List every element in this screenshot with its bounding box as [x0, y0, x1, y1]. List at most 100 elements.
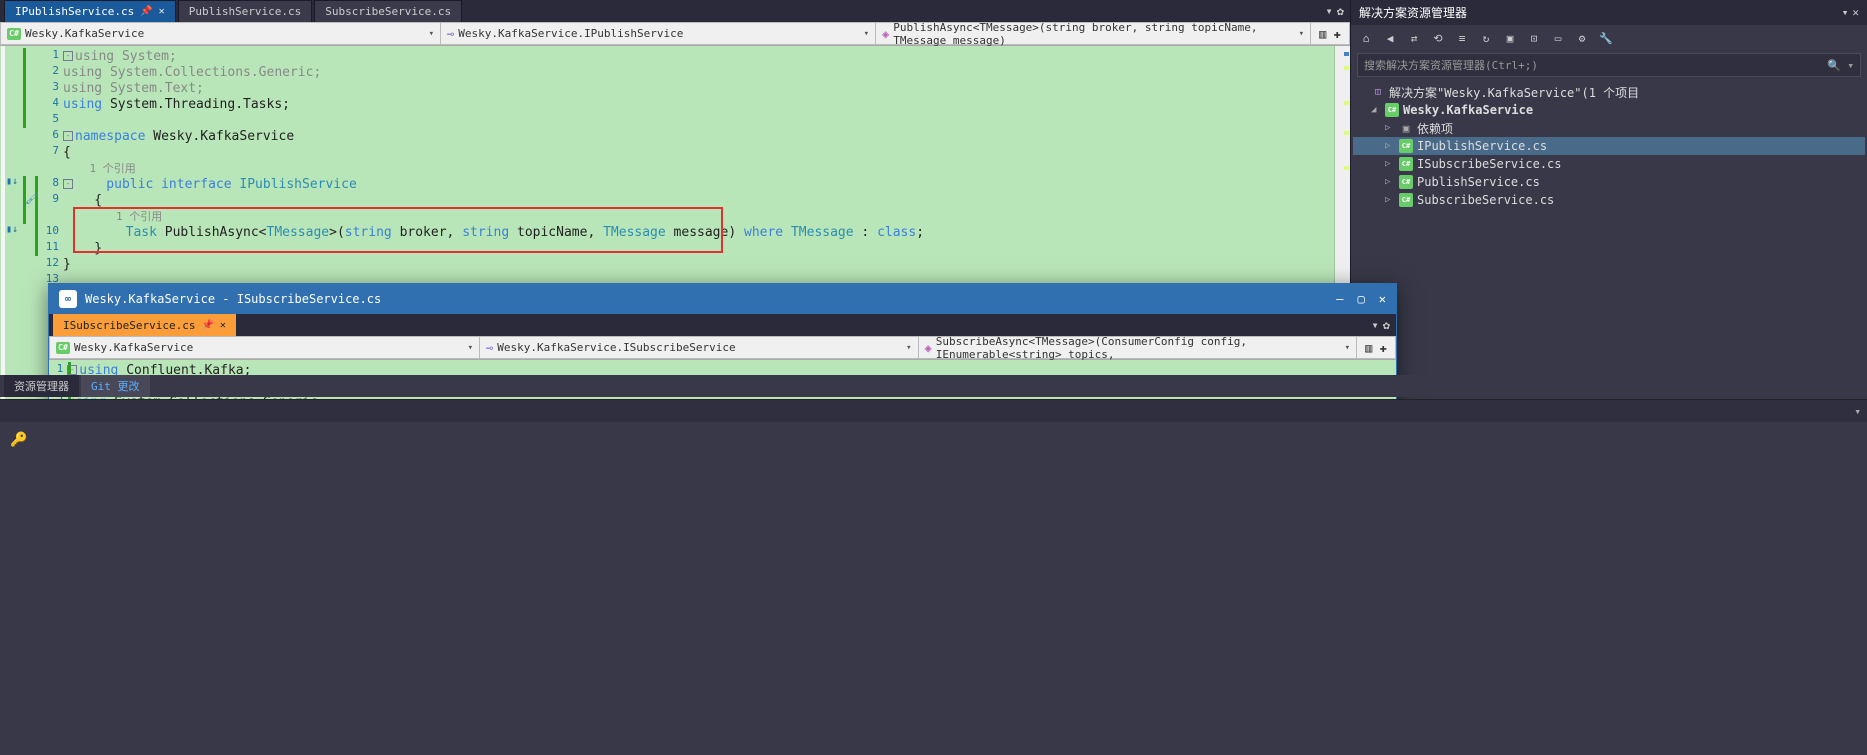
bookmark-icon[interactable]: ▮↓	[5, 174, 19, 188]
project-dropdown[interactable]: C# Wesky.KafkaService	[49, 336, 479, 359]
member-dropdown[interactable]: ◈ PublishAsync<TMessage>(string broker, …	[875, 22, 1310, 45]
method-icon: ◈	[925, 341, 932, 355]
scope-name: Wesky.KafkaService.ISubscribeService	[497, 341, 735, 354]
editor-nav-bar-1: C# Wesky.KafkaService ⊸ Wesky.KafkaServi…	[0, 22, 1350, 46]
solution-icon: ◫	[1371, 85, 1385, 99]
vs-icon: ∞	[59, 290, 77, 308]
show-all-icon[interactable]: ⊡	[1525, 29, 1543, 47]
member-dropdown[interactable]: ◈ SubscribeAsync<TMessage>(ConsumerConfi…	[918, 336, 1357, 359]
dependencies-icon: ▣	[1399, 121, 1413, 135]
file-subscribeservice[interactable]: ▷ C# SubscribeService.cs	[1353, 191, 1865, 209]
tab-label: IPublishService.cs	[15, 5, 134, 18]
sync-icon[interactable]: ⟲	[1429, 29, 1447, 47]
fold-icon[interactable]: -	[63, 131, 73, 141]
scope-dropdown[interactable]: ⊸ Wesky.KafkaService.ISubscribeService	[479, 336, 918, 359]
tab-subscribeservice[interactable]: SubscribeService.cs	[314, 0, 462, 22]
tab-isubscribeservice[interactable]: ISubscribeService.cs 📌 ✕	[53, 314, 236, 336]
pin-icon[interactable]: 📌	[140, 6, 152, 17]
project-node[interactable]: ◢ C# Wesky.KafkaService	[1353, 101, 1865, 119]
filter-icon[interactable]: ≡	[1453, 29, 1471, 47]
tab-resource-explorer[interactable]: 资源管理器	[4, 375, 79, 397]
maximize-icon[interactable]: ▢	[1358, 292, 1365, 306]
expander-icon[interactable]: ◢	[1371, 105, 1381, 115]
split-icon[interactable]: ▥ ✚	[1310, 22, 1350, 45]
tab-ipublishservice[interactable]: IPublishService.cs 📌 ✕	[4, 0, 176, 22]
editor-nav-bar-2: C# Wesky.KafkaService ⊸ Wesky.KafkaServi…	[49, 336, 1396, 360]
window-titlebar[interactable]: ∞ Wesky.KafkaService - ISubscribeService…	[49, 284, 1396, 314]
properties-panel: ▾ 🔑	[0, 399, 1867, 755]
project-icon: C#	[1385, 103, 1399, 117]
expander-icon[interactable]: ▷	[1385, 177, 1395, 187]
lightbulb-icon[interactable]: 🖌	[25, 191, 39, 205]
file-ipublishservice[interactable]: ▷ C# IPublishService.cs	[1353, 137, 1865, 155]
tab-publishservice[interactable]: PublishService.cs	[178, 0, 313, 22]
file-label: SubscribeService.cs	[1417, 193, 1554, 207]
key-icon: 🔑	[10, 432, 27, 448]
fold-icon[interactable]: -	[67, 365, 77, 375]
settings-icon[interactable]: ✿	[1337, 4, 1344, 18]
document-tab-bar-2: ISubscribeService.cs 📌 ✕ ▾ ✿	[49, 314, 1396, 336]
solution-tree: ◫ 解决方案"Wesky.KafkaService"(1 个项目 ◢ C# We…	[1351, 79, 1867, 213]
scope-name: Wesky.KafkaService.IPublishService	[458, 27, 683, 40]
properties-dropdown[interactable]: ▾	[1854, 400, 1861, 422]
close-icon[interactable]: ✕	[1852, 6, 1859, 19]
file-publishservice[interactable]: ▷ C# PublishService.cs	[1353, 173, 1865, 191]
project-name: Wesky.KafkaService	[74, 341, 193, 354]
codelens-references[interactable]: 1 个引用	[63, 160, 136, 176]
interface-icon: ⊸	[486, 341, 493, 355]
tab-label: ISubscribeService.cs	[63, 319, 195, 332]
back-icon[interactable]: ◀	[1381, 29, 1399, 47]
close-icon[interactable]: ✕	[220, 320, 226, 331]
settings-icon[interactable]: ✿	[1383, 318, 1390, 332]
home-icon[interactable]: ⌂	[1357, 29, 1375, 47]
minimize-icon[interactable]: —	[1336, 292, 1343, 306]
solution-search[interactable]: 搜索解决方案资源管理器(Ctrl+;) 🔍 ▾	[1357, 53, 1861, 77]
dropdown-icon[interactable]: ▾	[1842, 6, 1849, 19]
member-name: PublishAsync<TMessage>(string broker, st…	[893, 21, 1304, 47]
tab-overflow-icon[interactable]: ▾	[1372, 318, 1379, 332]
split-icon[interactable]: ▥ ✚	[1356, 336, 1396, 359]
project-name: Wesky.KafkaService	[25, 27, 144, 40]
expander-icon[interactable]: ▷	[1385, 159, 1395, 169]
bookmark-icon[interactable]: ▮↓	[5, 222, 19, 236]
fold-icon[interactable]: -	[63, 51, 73, 61]
expander-icon[interactable]: ▷	[1385, 123, 1395, 133]
close-icon[interactable]: ✕	[1379, 292, 1386, 306]
csharp-file-icon: C#	[1399, 193, 1413, 207]
refresh-icon[interactable]: ↻	[1477, 29, 1495, 47]
expander-icon[interactable]: ▷	[1385, 141, 1395, 151]
switch-icon[interactable]: ⇄	[1405, 29, 1423, 47]
tab-label: PublishService.cs	[189, 5, 302, 18]
codelens-references[interactable]: 1 个引用	[63, 208, 162, 224]
solution-node[interactable]: ◫ 解决方案"Wesky.KafkaService"(1 个项目	[1353, 83, 1865, 101]
properties-icon[interactable]: ⚙	[1573, 29, 1591, 47]
csharp-icon: C#	[7, 28, 21, 40]
tab-git-changes[interactable]: Git 更改	[81, 375, 150, 397]
window-title: Wesky.KafkaService - ISubscribeService.c…	[85, 292, 381, 306]
solution-explorer: 解决方案资源管理器 ▾ ✕ ⌂ ◀ ⇄ ⟲ ≡ ↻ ▣ ⊡ ▭ ⚙ 🔧 搜索解决…	[1350, 0, 1867, 755]
file-isubscribeservice[interactable]: ▷ C# ISubscribeService.cs	[1353, 155, 1865, 173]
tab-overflow-icon[interactable]: ▾	[1326, 4, 1333, 18]
wrench-icon[interactable]: 🔧	[1597, 29, 1615, 47]
solution-label: 解决方案"Wesky.KafkaService"(1 个项目	[1389, 84, 1639, 101]
panel-title: 解决方案资源管理器	[1359, 4, 1467, 21]
dependencies-node[interactable]: ▷ ▣ 依赖项	[1353, 119, 1865, 137]
interface-icon: ⊸	[447, 27, 454, 41]
pin-icon[interactable]: 📌	[201, 320, 213, 331]
preview-icon[interactable]: ▭	[1549, 29, 1567, 47]
solution-explorer-header[interactable]: 解决方案资源管理器 ▾ ✕	[1351, 0, 1867, 25]
file-label: IPublishService.cs	[1417, 139, 1547, 153]
document-tab-bar: IPublishService.cs 📌 ✕ PublishService.cs…	[0, 0, 1350, 22]
close-icon[interactable]: ✕	[159, 6, 165, 17]
project-dropdown[interactable]: C# Wesky.KafkaService	[0, 22, 440, 45]
collapse-icon[interactable]: ▣	[1501, 29, 1519, 47]
expander-icon[interactable]: ▷	[1385, 195, 1395, 205]
search-icon[interactable]: 🔍 ▾	[1827, 59, 1854, 72]
scope-dropdown[interactable]: ⊸ Wesky.KafkaService.IPublishService	[440, 22, 875, 45]
project-label: Wesky.KafkaService	[1403, 103, 1533, 117]
tab-label: SubscribeService.cs	[325, 5, 451, 18]
fold-icon[interactable]: -	[63, 179, 73, 189]
search-placeholder: 搜索解决方案资源管理器(Ctrl+;)	[1364, 57, 1538, 73]
member-name: SubscribeAsync<TMessage>(ConsumerConfig …	[936, 335, 1350, 361]
csharp-file-icon: C#	[1399, 175, 1413, 189]
